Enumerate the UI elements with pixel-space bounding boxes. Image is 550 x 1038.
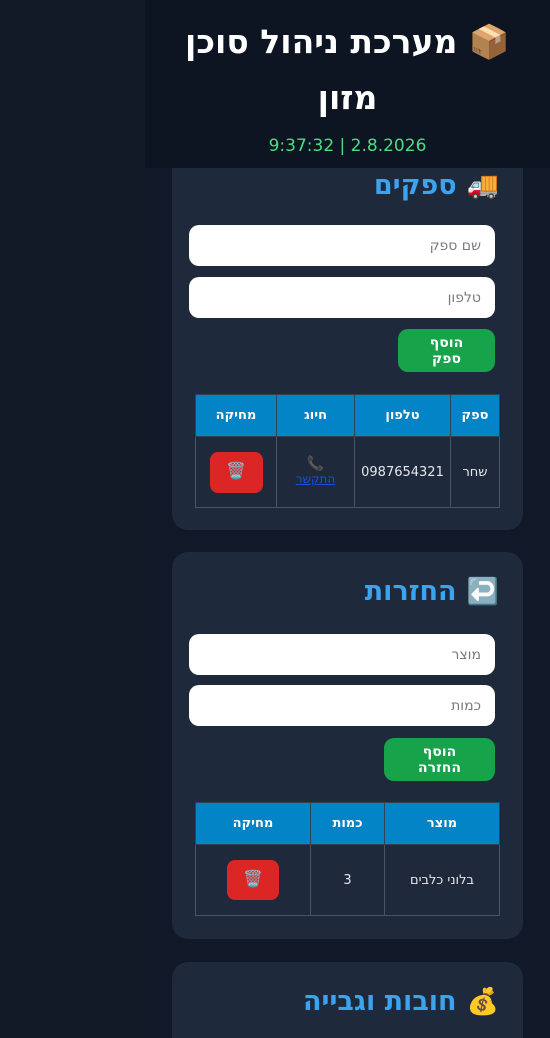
page: 📦 מערכת ניהול סוכן מזון 9:37:32 | 2.8.20… (0, 0, 550, 1038)
table-header-row: ספק טלפון חיוג מחיקה (195, 394, 500, 437)
delete-cell: 🗑️ (195, 844, 311, 916)
column-header: מחיקה (195, 802, 311, 845)
left-gutter (0, 0, 145, 1038)
returns-title: ↩️ החזרות (365, 576, 499, 607)
column-header: מחיקה (195, 394, 277, 437)
column-header: ספק (450, 394, 500, 437)
suppliers-title-text: ספקים (373, 170, 457, 201)
table-row: בלוני כלבים 3 🗑️ (195, 844, 500, 916)
debts-title: 💰 חובות וגבייה (303, 986, 499, 1017)
return-product-cell: בלוני כלבים (384, 844, 500, 916)
delete-supplier-button[interactable]: 🗑️ (209, 451, 263, 493)
column-header: כמות (310, 802, 385, 845)
call-link[interactable]: התקשר (296, 472, 336, 486)
dial-cell: 📞 התקשר (276, 436, 355, 508)
return-qty-input[interactable] (189, 685, 495, 726)
delete-return-button[interactable]: 🗑️ (227, 860, 279, 900)
suppliers-table: ספק טלפון חיוג מחיקה שחר 0987654321 📞 הת… (195, 394, 500, 508)
debts-card: 💰 חובות וגבייה (172, 962, 523, 1038)
add-supplier-button[interactable]: הוסף ספק (398, 329, 495, 372)
supplier-name-cell: שחר (450, 436, 500, 508)
supplier-phone-input[interactable] (189, 277, 495, 318)
return-product-input[interactable] (189, 634, 495, 675)
suppliers-card: 🚚 ספקים הוסף ספק ספק טלפון חיוג מחיקה שח… (172, 150, 523, 530)
trash-icon: 🗑️ (243, 871, 263, 888)
column-header: טלפון (354, 394, 451, 437)
returns-table: מוצר כמות מחיקה בלוני כלבים 3 🗑️ (195, 802, 500, 916)
trash-icon: 🗑️ (226, 463, 246, 480)
clock-text: 9:37:32 | 2.8.2026 (268, 136, 427, 156)
column-header: מוצר (384, 802, 500, 845)
delete-cell: 🗑️ (195, 436, 277, 508)
app-title: 📦 מערכת ניהול סוכן מזון (185, 22, 510, 117)
suppliers-title: 🚚 ספקים (374, 170, 499, 201)
table-header-row: מוצר כמות מחיקה (195, 802, 500, 845)
supplier-name-input[interactable] (189, 225, 495, 266)
debts-title-text: חובות וגבייה (302, 986, 457, 1017)
returns-card: ↩️ החזרות הוסף החזרה מוצר כמות מחיקה בלו… (172, 552, 523, 939)
money-bag-icon: 💰 (466, 986, 499, 1017)
table-row: שחר 0987654321 📞 התקשר 🗑️ (195, 436, 500, 508)
return-arrow-icon: ↩️ (466, 576, 499, 607)
truck-icon: 🚚 (466, 170, 499, 201)
supplier-phone-cell: 0987654321 (354, 436, 451, 508)
returns-title-text: החזרות (364, 576, 457, 607)
add-return-button[interactable]: הוסף החזרה (384, 738, 495, 781)
app-header: 📦 מערכת ניהול סוכן מזון 9:37:32 | 2.8.20… (145, 0, 550, 168)
column-header: חיוג (276, 394, 355, 437)
return-qty-cell: 3 (310, 844, 385, 916)
phone-icon: 📞 (306, 456, 325, 473)
